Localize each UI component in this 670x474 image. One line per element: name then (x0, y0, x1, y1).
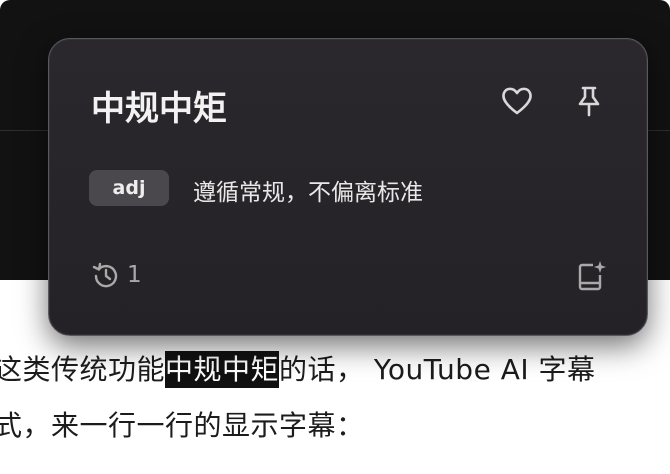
history-icon[interactable] (91, 261, 121, 291)
popup-word: 中规中矩 (91, 89, 227, 129)
heart-icon (502, 87, 532, 115)
article-line-2: 式，来一行一行的显示字幕： (0, 409, 365, 442)
pin-icon (578, 86, 600, 117)
notebook-sparkle-icon (578, 261, 606, 291)
screen: 这类传统功能中规中矩的话， YouTube AI 字幕 式，来一行一行的显示字幕… (0, 0, 670, 474)
pin-button[interactable] (571, 83, 607, 119)
article-text-after: 的话， YouTube AI 字幕 (279, 353, 596, 386)
article-text-before: 这类传统功能 (0, 353, 166, 386)
favorite-button[interactable] (499, 83, 535, 119)
history-count: 1 (127, 262, 142, 288)
dictionary-popup: 中规中矩 adj 遵循常规，不偏离标准 1 (48, 38, 648, 336)
selected-word[interactable]: 中规中矩 (165, 351, 280, 388)
add-to-notebook-button[interactable] (573, 258, 609, 294)
article-line-1: 这类传统功能中规中矩的话， YouTube AI 字幕 (0, 348, 596, 388)
part-of-speech-badge: adj (89, 170, 169, 206)
definition-text: 遵循常规，不偏离标准 (193, 180, 423, 206)
